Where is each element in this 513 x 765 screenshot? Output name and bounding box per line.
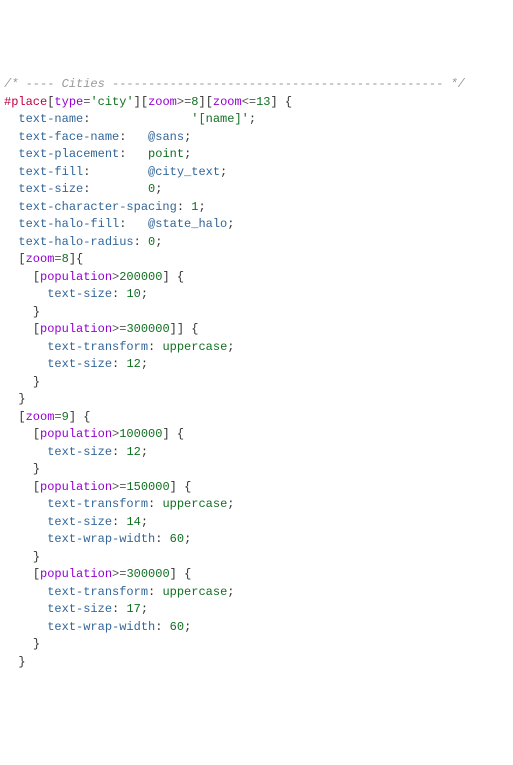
code-line: [population>200000] { xyxy=(4,269,509,287)
code-line: [population>100000] { xyxy=(4,426,509,444)
code-line: } xyxy=(4,636,509,654)
code-line: } xyxy=(4,654,509,672)
code-line: text-character-spacing: 1; xyxy=(4,199,509,217)
code-line: } xyxy=(4,304,509,322)
code-line: text-transform: uppercase; xyxy=(4,584,509,602)
code-line: [population>=300000] { xyxy=(4,566,509,584)
code-line: text-size: 0; xyxy=(4,181,509,199)
code-line: } xyxy=(4,549,509,567)
code-line: /* ---- Cities -------------------------… xyxy=(4,76,509,94)
code-line: [population>=150000] { xyxy=(4,479,509,497)
code-line: [zoom=8]{ xyxy=(4,251,509,269)
code-line: #place[type='city'][zoom>=8][zoom<=13] { xyxy=(4,94,509,112)
code-line: text-placement: point; xyxy=(4,146,509,164)
code-line: text-size: 10; xyxy=(4,286,509,304)
code-line: text-size: 17; xyxy=(4,601,509,619)
code-line: } xyxy=(4,461,509,479)
code-line: text-size: 14; xyxy=(4,514,509,532)
code-line: [population>=300000]] { xyxy=(4,321,509,339)
code-line: } xyxy=(4,391,509,409)
code-line: text-halo-radius: 0; xyxy=(4,234,509,252)
code-line: text-size: 12; xyxy=(4,444,509,462)
code-line: text-name: '[name]'; xyxy=(4,111,509,129)
code-line: text-halo-fill: @state_halo; xyxy=(4,216,509,234)
code-block: /* ---- Cities -------------------------… xyxy=(4,76,509,671)
code-line: text-fill: @city_text; xyxy=(4,164,509,182)
code-line: [zoom=9] { xyxy=(4,409,509,427)
code-line: } xyxy=(4,374,509,392)
code-line: text-transform: uppercase; xyxy=(4,339,509,357)
code-line: text-face-name: @sans; xyxy=(4,129,509,147)
code-line: text-wrap-width: 60; xyxy=(4,531,509,549)
code-line: text-size: 12; xyxy=(4,356,509,374)
code-line: text-transform: uppercase; xyxy=(4,496,509,514)
code-line: text-wrap-width: 60; xyxy=(4,619,509,637)
